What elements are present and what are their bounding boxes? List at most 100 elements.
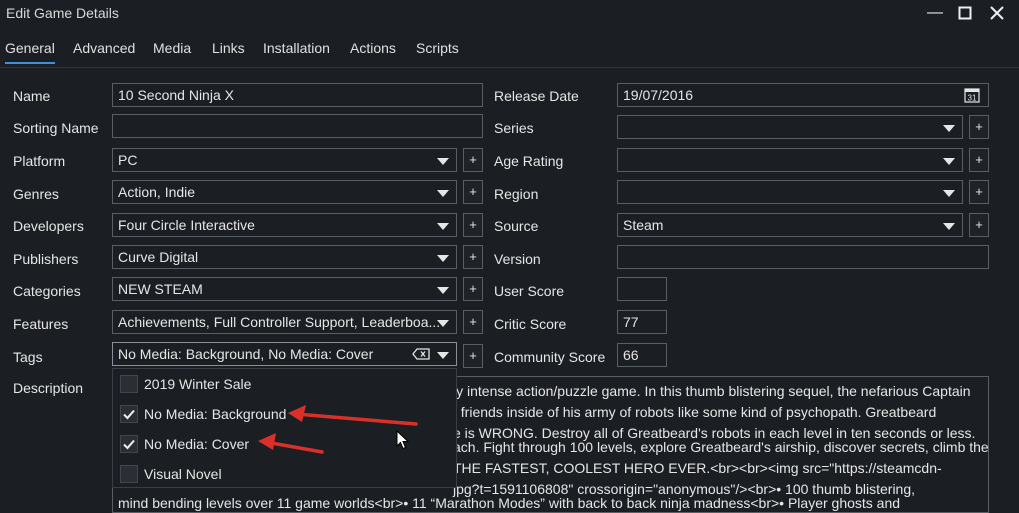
calendar-day: 31 (968, 94, 977, 103)
platform-select[interactable]: PC (112, 148, 457, 172)
add-genre-button[interactable]: + (463, 180, 483, 204)
description-line: t friends inside of his army of robots l… (453, 404, 937, 420)
add-feature-button[interactable]: + (463, 310, 483, 334)
tab-links[interactable]: Links (212, 40, 245, 56)
add-platform-button[interactable]: + (463, 148, 483, 172)
add-source-button[interactable]: + (969, 213, 989, 237)
tab-actions[interactable]: Actions (350, 40, 396, 56)
checkbox[interactable] (120, 375, 138, 393)
sorting-name-input[interactable] (112, 114, 483, 138)
chevron-down-icon (943, 190, 955, 197)
title-bar: Edit Game Details — (0, 0, 1019, 28)
mouse-cursor-icon (396, 430, 410, 450)
publishers-select[interactable]: Curve Digital (112, 245, 457, 269)
description-line: THE FASTEST, COOLEST HERO EVER.<br><br><… (453, 460, 942, 476)
add-category-button[interactable]: + (463, 277, 483, 301)
tag-option-no-media-background[interactable]: No Media: Background (113, 403, 456, 429)
tab-bar: General Advanced Media Links Installatio… (0, 38, 1019, 68)
description-line: mind bending levels over 11 game worlds<… (118, 495, 901, 511)
source-label: Source (494, 218, 539, 234)
maximize-button[interactable] (954, 3, 976, 23)
close-icon (990, 6, 1004, 20)
minimize-button[interactable]: — (924, 3, 946, 23)
tab-media[interactable]: Media (153, 40, 191, 56)
tab-general[interactable]: General (5, 40, 55, 64)
age-rating-select[interactable] (617, 148, 963, 172)
features-select[interactable]: Achievements, Full Controller Support, L… (112, 310, 457, 334)
developers-value: Four Circle Interactive (118, 217, 255, 233)
critic-score-value: 77 (623, 314, 639, 330)
publishers-label: Publishers (13, 251, 79, 267)
name-value: 10 Second Ninja X (118, 87, 234, 103)
add-publisher-button[interactable]: + (463, 245, 483, 269)
features-label: Features (13, 316, 69, 332)
add-tag-button[interactable]: + (463, 344, 483, 368)
community-score-input[interactable]: 66 (617, 343, 667, 367)
checkmark-icon (123, 409, 135, 420)
name-label: Name (13, 88, 51, 104)
sorting-name-label: Sorting Name (13, 120, 99, 136)
developers-label: Developers (13, 218, 84, 234)
maximize-icon (958, 6, 972, 20)
user-score-label: User Score (494, 283, 565, 299)
window-title: Edit Game Details (6, 5, 119, 21)
user-score-input[interactable] (617, 277, 667, 301)
chevron-down-icon (437, 223, 449, 230)
tag-option-2019-winter-sale[interactable]: 2019 Winter Sale (113, 373, 456, 399)
genres-value: Action, Indie (118, 184, 196, 200)
developers-select[interactable]: Four Circle Interactive (112, 213, 457, 237)
source-value: Steam (623, 217, 664, 233)
checkbox-checked[interactable] (120, 405, 138, 423)
version-input[interactable] (617, 245, 989, 269)
critic-score-input[interactable]: 77 (617, 310, 667, 334)
add-age-rating-button[interactable]: + (969, 148, 989, 172)
clear-icon[interactable] (412, 348, 430, 360)
chevron-down-icon (943, 125, 955, 132)
age-rating-label: Age Rating (494, 153, 564, 169)
genres-select[interactable]: Action, Indie (112, 180, 457, 204)
add-series-button[interactable]: + (969, 115, 989, 139)
platform-value: PC (118, 152, 138, 168)
tab-advanced[interactable]: Advanced (73, 40, 135, 56)
checkmark-icon (123, 439, 135, 450)
calendar-icon[interactable]: 31 (964, 87, 980, 103)
categories-value: NEW STEAM (118, 281, 203, 297)
chevron-down-icon (437, 158, 449, 165)
description-label: Description (13, 380, 84, 396)
tags-value: No Media: Background, No Media: Cover (118, 346, 374, 362)
chevron-down-icon (437, 320, 449, 327)
add-developer-button[interactable]: + (463, 213, 483, 237)
name-input[interactable]: 10 Second Ninja X (112, 83, 483, 107)
tab-installation[interactable]: Installation (263, 40, 330, 56)
tags-label: Tags (13, 349, 43, 365)
chevron-down-icon (943, 158, 955, 165)
tag-option-visual-novel[interactable]: Visual Novel (113, 463, 456, 489)
community-score-value: 66 (623, 347, 639, 363)
tag-option-label: 2019 Winter Sale (144, 376, 252, 392)
chevron-down-icon (943, 223, 955, 230)
chevron-down-icon (437, 352, 449, 359)
tag-option-label: No Media: Background (144, 406, 287, 422)
close-button[interactable] (986, 3, 1008, 23)
community-score-label: Community Score (494, 349, 606, 365)
critic-score-label: Critic Score (494, 316, 567, 332)
series-select[interactable] (617, 115, 963, 139)
description-line: ach. Fight through 100 levels, explore G… (453, 439, 989, 455)
source-select[interactable]: Steam (617, 213, 963, 237)
tab-scripts[interactable]: Scripts (416, 40, 459, 56)
platform-label: Platform (13, 153, 66, 169)
release-date-label: Release Date (494, 88, 579, 104)
categories-select[interactable]: NEW STEAM (112, 277, 457, 301)
tags-select[interactable]: No Media: Background, No Media: Cover (112, 342, 457, 366)
checkbox-checked[interactable] (120, 435, 138, 453)
categories-label: Categories (13, 283, 81, 299)
region-select[interactable] (617, 180, 963, 204)
tags-dropdown: 2019 Winter Sale No Media: Background No… (112, 368, 457, 488)
chevron-down-icon (437, 287, 449, 294)
release-date-input[interactable]: 19/07/2016 31 (617, 83, 989, 107)
region-label: Region (494, 186, 539, 202)
checkbox[interactable] (120, 465, 138, 483)
add-region-button[interactable]: + (969, 180, 989, 204)
features-value: Achievements, Full Controller Support, L… (118, 314, 441, 330)
version-label: Version (494, 251, 541, 267)
